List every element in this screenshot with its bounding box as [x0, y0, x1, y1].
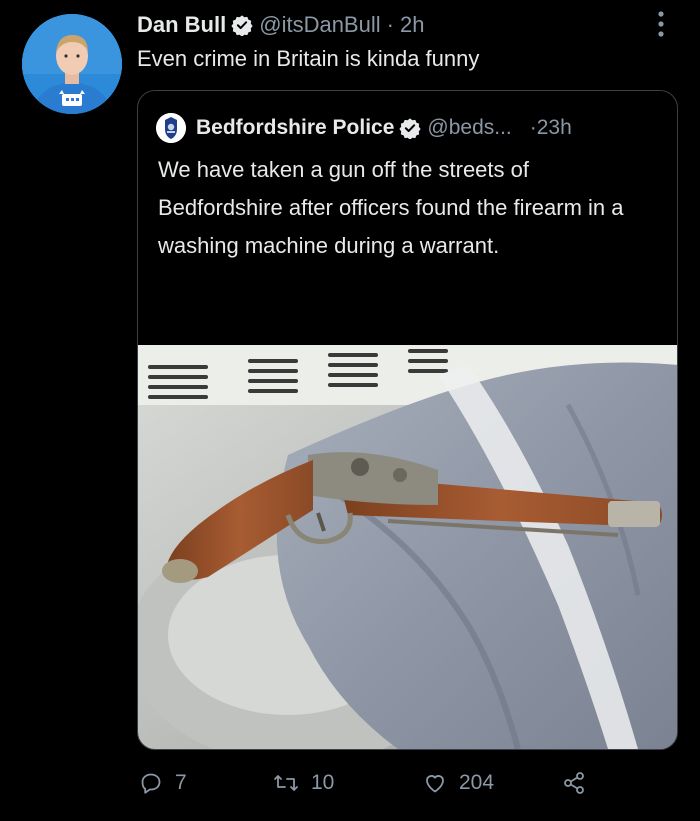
retweet-icon [274, 775, 298, 791]
author-name[interactable]: Dan Bull [137, 12, 226, 38]
author-avatar[interactable] [22, 14, 122, 114]
retweet-button[interactable]: 10 [273, 763, 334, 803]
quoted-author-handle[interactable]: @beds... [427, 116, 511, 140]
verified-badge-icon [399, 117, 422, 140]
reply-icon [141, 773, 161, 794]
heart-icon [426, 775, 444, 793]
reply-count: 7 [175, 771, 187, 794]
quoted-tweet-media[interactable] [138, 345, 677, 749]
author-handle[interactable]: @itsDanBull [259, 12, 380, 38]
quoted-separator: · [529, 116, 537, 139]
verified-badge-icon [231, 14, 253, 37]
retweet-count: 10 [311, 771, 335, 794]
quoted-tweet-time[interactable]: 23h [537, 116, 572, 140]
tweet-actions: 7 10 204 [0, 763, 700, 803]
police-crest-avatar[interactable] [156, 113, 186, 143]
quoted-tweet[interactable]: Bedfordshire Police @beds... · 23h We ha… [137, 90, 678, 750]
more-vertical-icon[interactable] [646, 8, 676, 40]
share-icon [564, 772, 584, 794]
reply-button[interactable]: 7 [139, 763, 187, 803]
like-button[interactable]: 204 [423, 763, 494, 803]
quoted-author-name[interactable]: Bedfordshire Police [196, 116, 394, 140]
tweet-time[interactable]: 2h [400, 12, 424, 38]
quoted-tweet-text: We have taken a gun off the streets of B… [158, 157, 624, 258]
tweet-header: Dan Bull @itsDanBull · 2h [137, 10, 424, 40]
tweet[interactable]: Dan Bull @itsDanBull · 2h Even crime in … [0, 0, 700, 821]
separator-dot: · [386, 12, 394, 37]
like-count: 204 [459, 771, 495, 794]
avatar-person-image [22, 14, 122, 114]
share-button[interactable] [562, 763, 598, 803]
tweet-text: Even crime in Britain is kinda funny [137, 46, 480, 71]
pistol-photo [138, 345, 677, 749]
quoted-tweet-header: Bedfordshire Police @beds... · 23h [156, 113, 572, 143]
